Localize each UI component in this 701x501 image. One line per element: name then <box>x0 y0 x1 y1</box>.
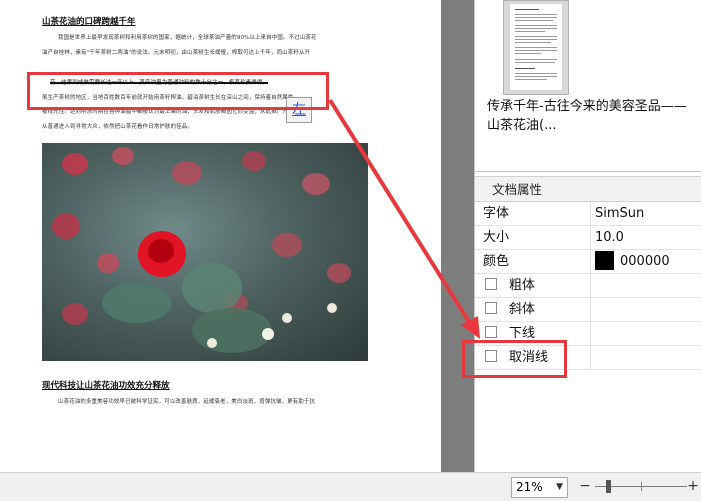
heading-2: 现代科技让山茶花油功效充分释放 <box>42 381 170 391</box>
thumb-text-line <box>515 79 547 80</box>
thumb-text-line <box>515 14 557 15</box>
page-thumbnail[interactable] <box>503 0 569 95</box>
chevron-down-icon: ▼ <box>556 482 563 492</box>
thumb-text-line <box>515 25 557 26</box>
property-row-italic[interactable]: 斜体 <box>475 298 701 322</box>
property-row-font[interactable]: 字体 SimSun <box>475 202 701 226</box>
thumb-text-line <box>515 73 557 74</box>
property-row-color[interactable]: 颜色 000000 <box>475 250 701 274</box>
leaf-cluster <box>192 308 272 353</box>
right-panel: 传承千年-古往今来的美容圣品——山茶花油(... 文档属性 字体 SimSun … <box>474 0 701 472</box>
paragraph-line: 油产自桂林，素有"千年茶树二两油"的说法。元末明初，由山茶树生长缓慢，榨取可达上… <box>42 49 311 56</box>
thumb-text-line <box>515 31 545 32</box>
thumb-text-line <box>515 20 553 21</box>
thumb-text-line <box>515 59 557 60</box>
properties-header: 文档属性 <box>475 176 701 202</box>
white-bud <box>327 303 337 313</box>
color-swatch[interactable] <box>595 251 614 270</box>
checkbox-row[interactable]: 斜体 <box>485 298 535 321</box>
zoom-dropdown[interactable]: 21% ▼ <box>511 477 568 498</box>
document-page[interactable]: 山茶花油的口碑跨越千年 我国是世界上最早发现茶树和利用茶树的国家，据统计，全球茶… <box>0 0 441 472</box>
thumb-text-line <box>515 62 555 63</box>
thumb-text-line <box>515 9 539 10</box>
zoom-value: 21% <box>516 480 543 494</box>
thumbnail-title[interactable]: 传承千年-古往今来的美容圣品——山茶花油(... <box>487 97 697 135</box>
thumb-text-line <box>515 50 557 51</box>
property-label: 大小 <box>483 230 510 245</box>
flower-blob <box>62 153 88 175</box>
leaf-cluster <box>182 263 242 313</box>
property-value[interactable]: SimSun <box>590 202 701 225</box>
flower-blob <box>172 161 202 185</box>
flower-blob <box>62 303 88 325</box>
bold-checkbox[interactable] <box>485 278 497 290</box>
thumb-text-line <box>515 39 557 40</box>
flower-blob <box>97 253 119 273</box>
flower-blob <box>242 151 266 171</box>
checkbox-row[interactable]: 粗体 <box>485 274 535 297</box>
paragraph-3: 山茶花油的多重美容功效早已被科学证实，可以改善肤质，延缓衰老，美白淡斑，增弹抗皱… <box>42 395 437 410</box>
property-value-empty <box>590 274 701 297</box>
checkbox-label: 下线 <box>509 326 536 341</box>
thumbnail-page <box>510 4 562 90</box>
checkbox-label: 斜体 <box>509 302 536 317</box>
thumb-text-line <box>515 68 535 69</box>
annotation-box-strikethrough <box>462 340 567 378</box>
thumb-text-line <box>515 53 541 54</box>
property-label: 字体 <box>483 206 510 221</box>
thumbnail-area: 传承千年-古往今来的美容圣品——山茶花油(... <box>475 0 701 172</box>
document-viewport[interactable]: 山茶花油的口碑跨越千年 我国是世界上最早发现茶树和利用茶树的国家，据统计，全球茶… <box>0 0 474 472</box>
white-bud <box>207 338 217 348</box>
thumb-text-line <box>515 17 557 18</box>
paragraph-line: 从普通进入到寻常大众，依然把山茶花看作日常护肤的佳品。 <box>42 123 193 130</box>
thumb-text-line <box>515 36 557 37</box>
zoom-slider-thumb[interactable] <box>606 480 611 493</box>
thumb-text-line <box>515 47 557 48</box>
underline-checkbox[interactable] <box>485 326 497 338</box>
flower-blob <box>302 173 330 195</box>
property-row-bold[interactable]: 粗体 <box>475 274 701 298</box>
document-scrollbar[interactable] <box>441 0 474 472</box>
leaf-cluster <box>102 283 172 323</box>
flower-blob <box>327 263 351 283</box>
property-row-size[interactable]: 大小 10.0 <box>475 226 701 250</box>
property-label: 颜色 <box>483 254 510 269</box>
zoom-out-button[interactable]: − <box>578 476 592 496</box>
property-value-empty <box>590 322 701 345</box>
flower-blob <box>272 233 302 257</box>
paragraph-line: 山茶花油的多重美容功效早已被科学证实，可以改善肤质，延缓衰老，美白淡斑，增弹抗皱… <box>58 399 316 405</box>
camellia-photo <box>42 143 368 361</box>
checkbox-label: 粗体 <box>509 278 536 293</box>
white-bud <box>282 313 292 323</box>
heading-1: 山茶花油的口碑跨越千年 <box>42 17 136 27</box>
thumb-text-line <box>515 42 551 43</box>
white-bud <box>262 328 274 340</box>
thumb-text-line <box>515 28 557 29</box>
paragraph-1: 我国是世界上最早发现茶树和利用茶树的国家，据统计，全球茶油产量的90%以上来自中… <box>42 31 437 60</box>
italic-checkbox[interactable] <box>485 302 497 314</box>
zoom-slider-tick <box>641 482 642 491</box>
paragraph-line: 我国是世界上最早发现茶树和利用茶树的国家，据统计，全球茶油产量的90%以上来自中… <box>58 35 317 41</box>
color-hex-value: 000000 <box>620 254 670 269</box>
flower-blob <box>52 213 80 239</box>
red-camellia-center <box>148 239 174 263</box>
property-value[interactable]: 10.0 <box>590 226 701 249</box>
property-value-empty <box>590 298 701 321</box>
annotation-box-struck-text <box>27 72 329 110</box>
flower-blob <box>112 147 134 165</box>
thumb-text-line <box>515 76 557 77</box>
property-value-color[interactable]: 000000 <box>590 250 701 273</box>
property-value-empty <box>590 346 701 369</box>
zoom-in-button[interactable]: + <box>686 476 700 496</box>
